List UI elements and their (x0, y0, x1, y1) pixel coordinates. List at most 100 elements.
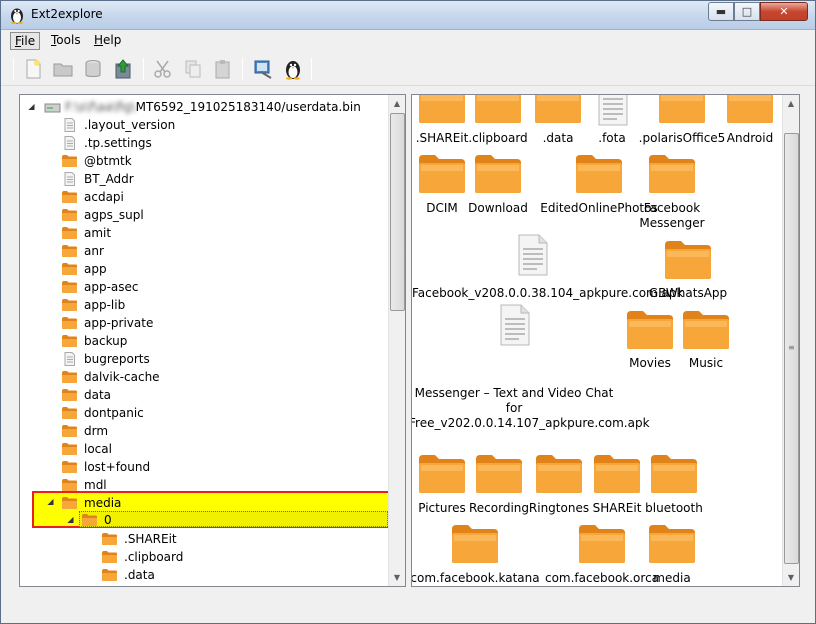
tree-item-label: data (84, 388, 112, 402)
tree-item[interactable]: app (61, 260, 107, 278)
folder-icon[interactable] (725, 95, 775, 125)
menu-file[interactable]: File (10, 32, 41, 50)
linux-button[interactable] (280, 56, 306, 82)
folder-icon (61, 244, 78, 258)
tree-item[interactable]: backup (61, 332, 127, 350)
tree-item[interactable]: .data (101, 566, 155, 584)
folder-icon[interactable] (534, 451, 584, 495)
folder-tree[interactable]: F:\s\f\aa\fig\ MT6592_191025183140/userda… (19, 94, 406, 587)
tree-item-label: drm (84, 424, 109, 438)
copy-button[interactable] (180, 56, 206, 82)
folder-icon (61, 370, 78, 384)
folder-icon[interactable] (592, 451, 642, 495)
folder-icon (61, 334, 78, 348)
tree-item[interactable]: app-asec (61, 278, 139, 296)
tree-item[interactable]: @btmtk (61, 152, 132, 170)
folder-icon (101, 568, 118, 582)
grid-item-label[interactable]: media (552, 571, 792, 586)
folder-icon[interactable] (450, 521, 500, 565)
tree-item[interactable]: anr (61, 242, 104, 260)
tree-item[interactable]: acdapi (61, 188, 124, 206)
scroll-thumb[interactable]: ≡ (784, 133, 799, 564)
folder-icon[interactable] (474, 451, 524, 495)
grid-scrollbar[interactable]: ▲ ≡ ▼ (782, 95, 799, 586)
title-bar[interactable]: Ext2explore ▬ □ ✕ (1, 1, 815, 30)
folder-icon[interactable] (647, 151, 697, 195)
tree-item[interactable]: lost+found (61, 458, 150, 476)
tree-item[interactable]: data (61, 386, 111, 404)
folder-icon (61, 496, 78, 510)
new-button[interactable] (20, 56, 46, 82)
paste-button[interactable] (210, 56, 236, 82)
collapse-arrow-icon[interactable]: ◢ (46, 497, 55, 506)
folder-icon[interactable] (574, 151, 624, 195)
tree-item[interactable]: BT_Addr (61, 170, 134, 188)
folder-icon[interactable] (681, 307, 731, 351)
folder-icon[interactable] (647, 521, 697, 565)
grid-item-label[interactable]: Android (630, 131, 799, 146)
folder-icon[interactable] (417, 151, 467, 195)
tree-item[interactable]: .clipboard (101, 548, 183, 566)
folder-icon (61, 460, 78, 474)
minimize-button[interactable]: ▬ (708, 2, 734, 21)
tree-item[interactable]: app-lib (61, 296, 125, 314)
folder-icon[interactable] (625, 307, 675, 351)
close-button[interactable]: ✕ (760, 2, 808, 21)
folder-icon (101, 532, 118, 546)
tree-root-item[interactable]: F:\s\f\aa\fig\ MT6592_191025183140/userda… (44, 98, 361, 116)
tree-item[interactable]: dalvik-cache (61, 368, 160, 386)
collapse-arrow-icon[interactable]: ◢ (66, 515, 75, 524)
tree-item[interactable]: amit (61, 224, 111, 242)
scroll-up-arrow[interactable]: ▲ (389, 95, 405, 112)
tree-item[interactable]: agps_supl (61, 206, 144, 224)
folder-icon[interactable] (657, 95, 707, 125)
app-window: Ext2explore ▬ □ ✕ File Tools Help F:\s\f… (0, 0, 816, 624)
file-icon (61, 352, 78, 366)
scroll-up-arrow[interactable]: ▲ (783, 95, 799, 112)
folder-icon[interactable] (533, 95, 583, 125)
grid-item-label[interactable]: bluetooth (554, 501, 794, 516)
maximize-button[interactable]: □ (734, 2, 760, 21)
menu-help[interactable]: Help (90, 32, 125, 50)
folder-icon[interactable] (649, 451, 699, 495)
file-icon[interactable] (489, 301, 539, 346)
file-icon[interactable] (587, 95, 637, 126)
drive-icon (44, 100, 61, 114)
tree-item[interactable]: .tp.settings (61, 134, 152, 152)
folder-icon[interactable] (417, 451, 467, 495)
grid-item-label[interactable]: Facebook Messenger (637, 201, 707, 231)
file-icon[interactable] (507, 231, 557, 276)
tree-item[interactable]: .SHAREit (101, 530, 177, 548)
tree-item[interactable]: .layout_version (61, 116, 175, 134)
cut-button[interactable] (150, 56, 176, 82)
open-button[interactable] (50, 56, 76, 82)
properties-button[interactable] (250, 56, 276, 82)
collapse-arrow-icon[interactable]: ◢ (27, 102, 36, 111)
tree-item[interactable]: local (61, 440, 112, 458)
folder-icon[interactable] (417, 95, 467, 125)
tree-item-label: .data (124, 568, 155, 582)
tree-item[interactable]: drm (61, 422, 108, 440)
folder-icon[interactable] (473, 95, 523, 125)
tree-item[interactable]: app-private (61, 314, 153, 332)
disk-button[interactable] (80, 56, 106, 82)
scroll-down-arrow[interactable]: ▼ (389, 569, 405, 586)
tree-item-media[interactable]: media (61, 494, 121, 512)
file-icon (61, 136, 78, 150)
grid-item-label[interactable]: Music (586, 356, 799, 371)
grid-item-label[interactable]: GBWhatsApp (568, 286, 799, 301)
tree-item-0[interactable]: 0 (81, 511, 112, 529)
grid-item-label[interactable]: Messenger – Text and Video Chat for Free… (412, 386, 650, 431)
save-arrow-button[interactable] (110, 56, 136, 82)
tree-item[interactable]: bugreports (61, 350, 150, 368)
file-grid[interactable]: .SHAREit .clipboard .data .fota .polarisOffi… (411, 94, 800, 587)
folder-icon[interactable] (577, 521, 627, 565)
menu-tools[interactable]: Tools (47, 32, 85, 50)
folder-icon[interactable] (473, 151, 523, 195)
folder-icon[interactable] (663, 237, 713, 281)
tree-item[interactable]: dontpanic (61, 404, 144, 422)
tree-scrollbar[interactable]: ▲ ▼ (388, 95, 405, 586)
scroll-thumb[interactable] (390, 113, 405, 311)
scroll-down-arrow[interactable]: ▼ (783, 569, 799, 586)
folder-icon (61, 478, 78, 492)
